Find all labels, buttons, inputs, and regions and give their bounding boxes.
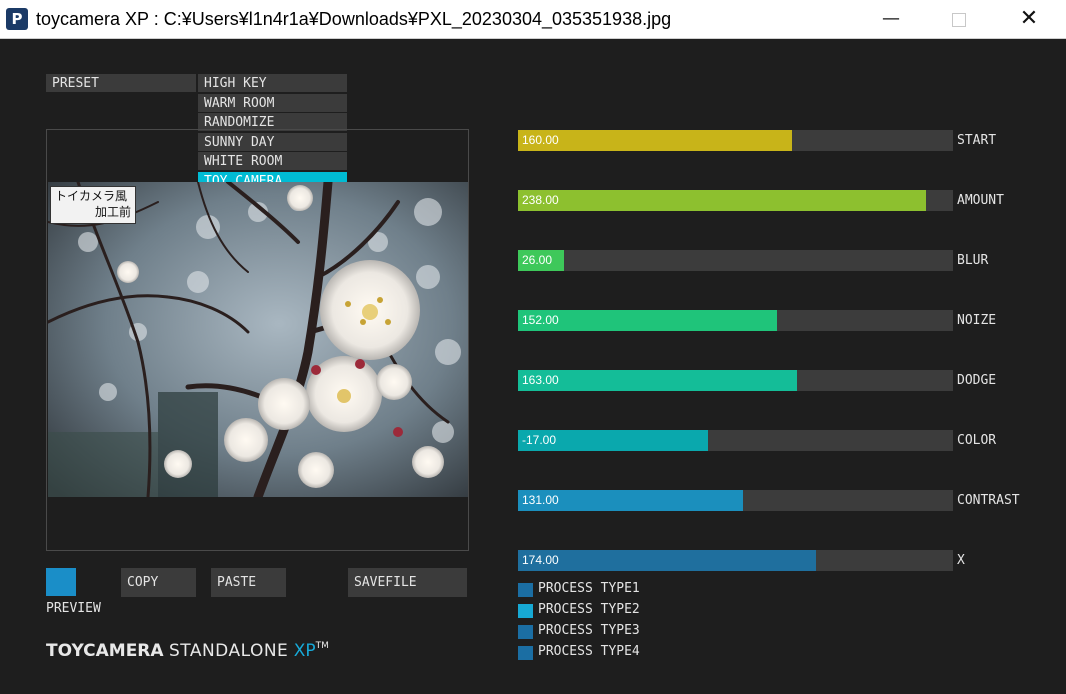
plum-blossom-photo (48, 182, 468, 497)
slider-value: 174.00 (522, 553, 559, 567)
slider-fill (518, 190, 927, 211)
process-type1-box[interactable] (518, 583, 533, 597)
process-type3-label: PROCESS TYPE3 (538, 623, 640, 638)
photo-preview: トイカメラ風 加工前 (48, 182, 468, 497)
slider-fill (518, 550, 816, 571)
close-button[interactable]: ✕ (1006, 0, 1052, 38)
window-title: toycamera XP : C:¥Users¥l1n4r1a¥Download… (36, 9, 672, 29)
slider-label-blur: BLUR (957, 253, 989, 268)
brand-part2: STANDALONE (168, 641, 289, 661)
slider-value: 131.00 (522, 493, 559, 507)
minimize-button[interactable]: — (868, 0, 914, 38)
preview-toggle[interactable] (46, 568, 76, 596)
slider-value: 163.00 (522, 373, 559, 387)
slider-fill (518, 370, 797, 391)
slider-fill (518, 130, 793, 151)
slider-noize[interactable]: 152.00 (518, 310, 953, 331)
slider-label-x: X (957, 553, 965, 568)
slider-start[interactable]: 160.00 (518, 130, 953, 151)
brand-tm: TM (315, 641, 329, 651)
paste-button[interactable]: PASTE (211, 568, 286, 597)
preview-label: PREVIEW (46, 601, 101, 616)
slider-blur[interactable]: 26.00 (518, 250, 953, 271)
app-window: P toycamera XP : C:¥Users¥l1n4r1a¥Downlo… (0, 0, 1066, 694)
brand-logo: TOYCAMERA STANDALONE XPTM (46, 641, 329, 661)
preset-label: PRESET (46, 74, 196, 92)
slider-label-color: COLOR (957, 433, 997, 448)
maximize-icon (952, 12, 966, 27)
process-type2-label: PROCESS TYPE2 (538, 602, 640, 617)
slider-label-noize: NOIZE (957, 313, 997, 328)
title-bar: P toycamera XP : C:¥Users¥l1n4r1a¥Downlo… (0, 0, 1066, 39)
preset-item-high-key[interactable]: HIGH KEY (198, 74, 347, 92)
slider-value: 238.00 (522, 193, 559, 207)
slider-value: -17.00 (522, 433, 557, 447)
app-icon: P (6, 8, 28, 30)
slider-label-amount: AMOUNT (957, 193, 1004, 208)
slider-label-contrast: CONTRAST (957, 493, 1020, 508)
slider-value: 160.00 (522, 133, 559, 147)
photo-tag: トイカメラ風 加工前 (50, 186, 136, 224)
slider-value: 26.00 (522, 253, 553, 267)
slider-x[interactable]: 174.00 (518, 550, 953, 571)
savefile-button[interactable]: SAVEFILE (348, 568, 467, 597)
process-type3-box[interactable] (518, 625, 533, 639)
slider-color[interactable]: -17.00 (518, 430, 953, 451)
process-type1-label: PROCESS TYPE1 (538, 581, 640, 596)
preset-item-warm-room[interactable]: WARM ROOM (198, 94, 347, 112)
process-type2-box[interactable] (518, 604, 533, 618)
process-type4-label: PROCESS TYPE4 (538, 644, 640, 659)
slider-dodge[interactable]: 163.00 (518, 370, 953, 391)
maximize-button[interactable] (936, 0, 982, 38)
slider-label-dodge: DODGE (957, 373, 997, 388)
photo-tag-line1: トイカメラ風 (55, 189, 128, 203)
brand-part3: XP (293, 641, 316, 661)
slider-label-start: START (957, 133, 997, 148)
copy-button[interactable]: COPY (121, 568, 196, 597)
brand-part1: TOYCAMERA (46, 641, 164, 661)
photo-tag-line2: 加工前 (94, 205, 131, 219)
slider-contrast[interactable]: 131.00 (518, 490, 953, 511)
slider-amount[interactable]: 238.00 (518, 190, 953, 211)
slider-value: 152.00 (522, 313, 559, 327)
process-type4-box[interactable] (518, 646, 533, 660)
